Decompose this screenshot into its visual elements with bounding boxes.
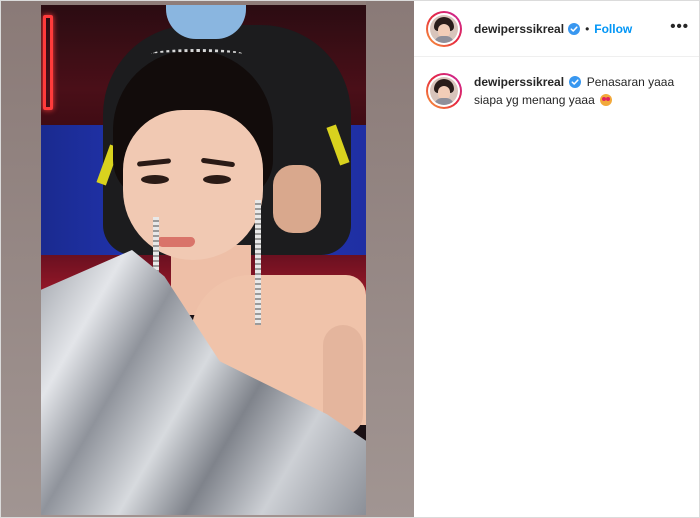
neon-light xyxy=(43,15,53,110)
post-video-frame[interactable] xyxy=(41,5,366,515)
stylist-hand xyxy=(273,165,321,233)
media-blur-band-right xyxy=(366,1,414,517)
lips xyxy=(157,237,195,247)
avatar-image xyxy=(430,77,458,105)
star-struck-emoji-icon xyxy=(600,94,613,106)
hair-accessory xyxy=(151,49,243,59)
more-options-icon[interactable]: ••• xyxy=(670,19,689,34)
separator-dot: • xyxy=(585,21,590,36)
verified-badge-icon xyxy=(568,22,581,35)
post-header: dewiperssikreal • Follow ••• xyxy=(414,1,699,57)
eye xyxy=(141,175,169,184)
caption-text: dewiperssikreal Penasaran yaaa siapa yg … xyxy=(474,73,684,109)
caption-username-link[interactable]: dewiperssikreal xyxy=(474,75,564,89)
post-side-panel: dewiperssikreal • Follow ••• dewiperssik… xyxy=(414,1,699,517)
instagram-post-embed: dewiperssikreal • Follow ••• dewiperssik… xyxy=(0,0,700,518)
avatar-image xyxy=(430,14,458,43)
follow-button[interactable]: Follow xyxy=(594,22,632,36)
username-link[interactable]: dewiperssikreal xyxy=(474,22,564,36)
media-blur-band-left xyxy=(1,1,41,517)
avatar[interactable] xyxy=(426,10,462,47)
earring xyxy=(255,200,261,325)
verified-badge-icon xyxy=(569,76,582,88)
post-caption: dewiperssikreal Penasaran yaaa siapa yg … xyxy=(426,73,688,109)
eye xyxy=(203,175,231,184)
post-media[interactable] xyxy=(1,1,414,517)
caption-avatar[interactable] xyxy=(426,73,462,109)
